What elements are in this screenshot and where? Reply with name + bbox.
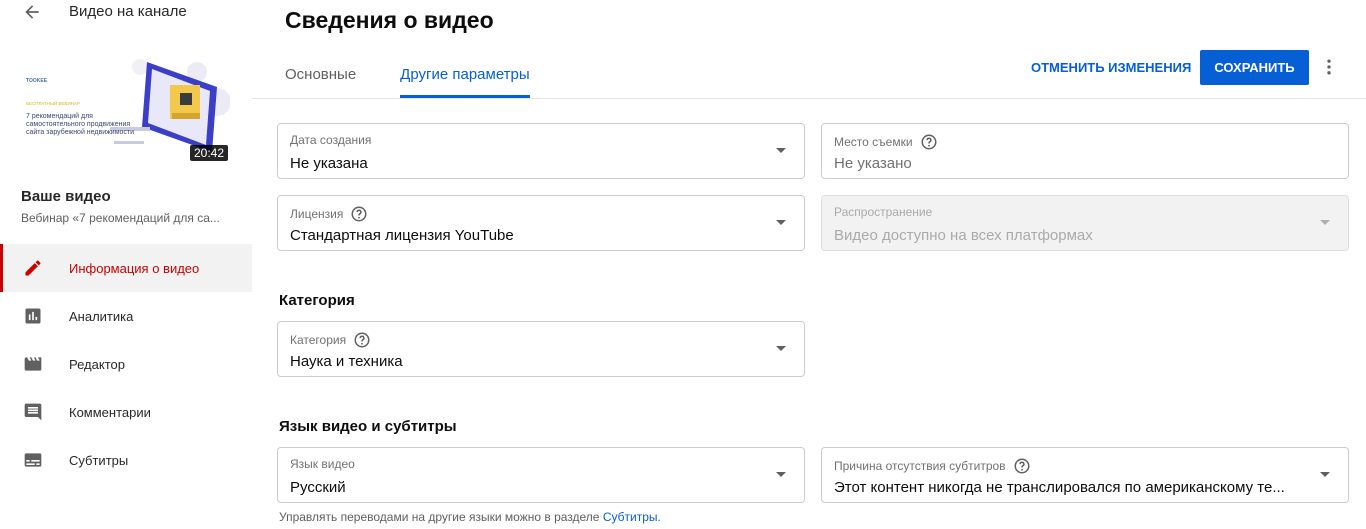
help-icon[interactable]	[1013, 457, 1031, 475]
dropdown-caret-icon	[776, 148, 786, 153]
more-options-icon[interactable]	[1319, 57, 1339, 77]
sidebar-nav: Информация о видео Аналитика Редактор Ко…	[0, 244, 252, 484]
undo-changes-button[interactable]: ОТМЕНИТЬ ИЗМЕНЕНИЯ	[1021, 50, 1201, 85]
sidebar-item-label: Субтитры	[69, 452, 129, 468]
dropdown-caret-icon	[776, 472, 786, 477]
dropdown-caret-icon	[1320, 472, 1330, 477]
sidebar-item-label: Редактор	[69, 356, 125, 372]
thumbnail-tag: БЕСПЛАТНЫЙ ВЕБИНАР	[26, 101, 80, 106]
location-input[interactable]: Место съемки Не указано	[821, 123, 1349, 179]
page-title: Сведения о видео	[285, 7, 494, 33]
field-label: Категория	[290, 331, 371, 349]
language-section-title: Язык видео и субтитры	[279, 418, 457, 435]
tab-more-options[interactable]: Другие параметры	[400, 52, 530, 98]
sidebar-item-analytics[interactable]: Аналитика	[0, 292, 252, 340]
translations-hint: Управлять переводами на другие языки мож…	[279, 510, 661, 524]
subtitles-link[interactable]: Субтитры	[603, 510, 658, 524]
tab-basic[interactable]: Основные	[285, 52, 356, 98]
video-duration: 20:42	[189, 145, 228, 161]
category-select[interactable]: Категория Наука и техника	[277, 321, 805, 377]
distribution-select: Распространение Видео доступно на всех п…	[821, 195, 1349, 251]
field-label: Распространение	[834, 205, 933, 219]
sidebar-item-subtitles[interactable]: Субтитры	[0, 436, 252, 484]
sidebar-item-details[interactable]: Информация о видео	[0, 244, 252, 292]
thumbnail-logo: TOOKEE	[26, 78, 48, 84]
channel-videos-title: Видео на канале	[69, 3, 187, 20]
category-section-title: Категория	[279, 292, 355, 309]
help-icon[interactable]	[920, 133, 938, 151]
arrow-back-icon	[25, 5, 39, 19]
sidebar-item-editor[interactable]: Редактор	[0, 340, 252, 388]
back-button[interactable]	[22, 2, 42, 22]
subtitles-icon	[24, 453, 42, 467]
hint-text: Управлять переводами на другие языки мож…	[279, 510, 600, 524]
field-value: Не указана	[290, 155, 368, 172]
tabs-divider	[252, 98, 1366, 99]
location-placeholder: Не указано	[834, 155, 912, 172]
field-value: Видео доступно на всех платформах	[834, 227, 1093, 244]
field-label: Место съемки	[834, 133, 938, 151]
field-label: Язык видео	[290, 457, 355, 471]
help-icon[interactable]	[350, 205, 368, 223]
clapperboard-icon	[24, 357, 42, 371]
video-title: Вебинар «7 рекомендаций для са...	[21, 211, 220, 225]
field-value: Стандартная лицензия YouTube	[290, 227, 514, 244]
thumbnail-caption: 7 рекомендаций для самостоятельного прод…	[26, 113, 135, 136]
recording-date-select[interactable]: Дата создания Не указана	[277, 123, 805, 179]
main-content: Сведения о видео Основные Другие парамет…	[252, 0, 1366, 529]
field-label: Причина отсутствия субтитров	[834, 457, 1031, 475]
caption-certification-select[interactable]: Причина отсутствия субтитров Этот контен…	[821, 447, 1349, 503]
sidebar-item-label: Информация о видео	[69, 260, 200, 276]
dropdown-caret-icon	[776, 220, 786, 225]
tabs: Основные Другие параметры	[285, 52, 574, 98]
license-select[interactable]: Лицензия Стандартная лицензия YouTube	[277, 195, 805, 251]
help-icon[interactable]	[353, 331, 371, 349]
sidebar-item-label: Аналитика	[69, 308, 134, 324]
field-value: Русский	[290, 479, 346, 496]
field-value: Этот контент никогда не транслировался п…	[834, 479, 1285, 496]
pencil-icon	[25, 260, 41, 276]
your-video-label: Ваше видео	[21, 188, 111, 205]
field-value: Наука и техника	[290, 353, 403, 370]
field-label: Дата создания	[290, 133, 372, 147]
save-button[interactable]: СОХРАНИТЬ	[1200, 50, 1309, 85]
dropdown-caret-icon	[776, 346, 786, 351]
sidebar: Видео на канале TOOKEE БЕСПЛАТНЫЙ ВЕБИНА…	[0, 0, 252, 529]
dropdown-caret-icon	[1320, 220, 1330, 225]
sidebar-item-label: Комментарии	[69, 404, 151, 420]
hint-end: .	[657, 510, 661, 524]
sidebar-item-comments[interactable]: Комментарии	[0, 388, 252, 436]
field-label: Лицензия	[290, 205, 368, 223]
video-thumbnail[interactable]: TOOKEE БЕСПЛАТНЫЙ ВЕБИНАР 7 рекомендаций…	[22, 57, 230, 163]
video-language-select[interactable]: Язык видео Русский	[277, 447, 805, 503]
analytics-icon	[25, 308, 41, 324]
comment-icon	[24, 403, 42, 421]
